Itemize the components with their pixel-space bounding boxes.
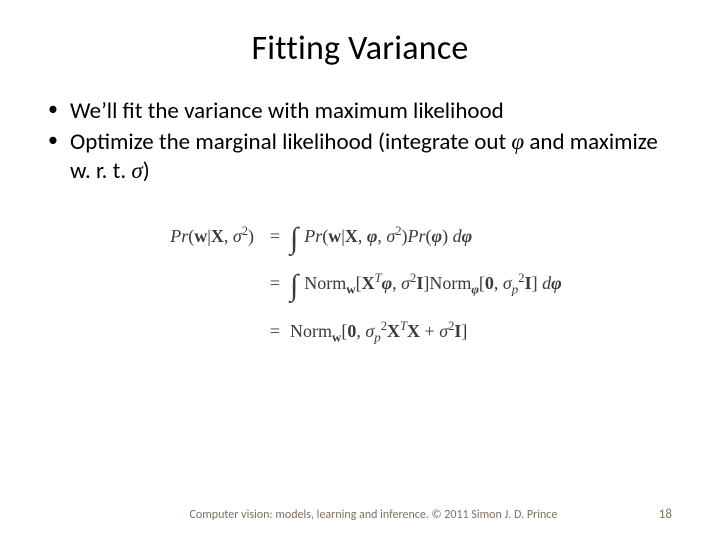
eq-lhs-w: w [194,226,207,246]
eq-r2-zero: 0 [485,273,494,293]
eq-r3-sigp: σ [365,321,374,341]
eq-r3-c: , [356,321,365,341]
eq-r2-X: X [362,273,375,293]
eq-r3-brR: ] [461,321,467,341]
integral-icon-2: ∫ [290,274,298,298]
eq-r1-dphi-d: d [448,226,462,246]
eq-r3-X2: X [407,321,420,341]
eq-r3-norm: Norm [290,321,332,341]
eq-r3-X: X [387,321,400,341]
eq-r2-c2: , [494,273,503,293]
eq-r1-w: w [328,226,341,246]
eq-r2-phi: φ [382,273,393,293]
integral-icon: ∫ [290,227,298,251]
eq-r1-dphi-phi: φ [462,226,473,246]
eq-r2-subphi: φ [471,282,479,297]
eq-r1-sig: σ [386,226,395,246]
footer-text: Computer vision: models, learning and in… [189,508,557,522]
eq-r1-phi2: φ [432,226,443,246]
eq-r3-body: Normw[0, σp2XTX + σ2I] [290,310,467,353]
eq-r2-norm2: Norm [429,273,471,293]
eq-r2-sig: σ [401,273,410,293]
bullet-list: We’ll fit the variance with maximum like… [40,97,680,185]
eq-rhs-1: ∫ Pr(w|X, φ, σ2)Pr(φ) dφ [290,215,680,258]
eq-r2-dphi-d: d [538,273,552,293]
eq-rhs-3: Normw[0, σp2XTX + σ2I] [290,310,680,353]
eq-r1-pr1: Pr [304,226,322,246]
bullet-2-sigma: σ [131,158,142,183]
eq-eq-2: = [260,262,290,305]
footer: Computer vision: models, learning and in… [0,507,720,522]
eq-r3-sig: σ [439,321,448,341]
eq-r2-subw: w [346,282,355,297]
page-title: Fitting Variance [40,28,680,69]
bullet-2-text-a: Optimize the marginal likelihood (integr… [70,128,511,156]
eq-eq-1: = [260,215,290,258]
eq-r3-zero: 0 [347,321,356,341]
bullet-1: We’ll fit the variance with maximum like… [48,97,680,126]
eq-r3-subw: w [332,329,341,344]
eq-r2-I2: I [525,273,532,293]
equation-block: Pr(w|X, σ2) = ∫ Pr(w|X, φ, σ2)Pr(φ) dφ =… [40,215,680,353]
bullet-2: Optimize the marginal likelihood (integr… [48,128,680,186]
eq-lhs-pr: Pr [170,226,188,246]
bullet-2-text-c: ) [143,157,150,185]
eq-r3-plus: + [420,321,439,341]
eq-r2-sigp: σ [503,273,512,293]
bullet-2-phi: φ [511,129,524,154]
page-number: 18 [659,507,672,522]
eq-r2-T: T [375,271,382,285]
eq-r1-phi: φ [367,226,378,246]
eq-r2-c: , [392,273,401,293]
eq-r1-pr2: Pr [408,226,426,246]
slide: Fitting Variance We’ll fit the variance … [0,0,720,540]
eq-lhs: Pr(w|X, σ2) [70,215,260,258]
eq-r1-c1: , [358,226,367,246]
eq-lhs-sigma: σ [233,226,242,246]
eq-lhs-X: X [211,226,224,246]
eq-r1-c2: , [377,226,386,246]
eq-r3-T: T [400,319,407,333]
eq-r1-body: Pr(w|X, φ, σ2)Pr(φ) dφ [304,215,472,258]
eq-rhs-2: ∫ Normw[XTφ, σ2I]Normφ[0, σp2I] dφ [290,262,680,305]
eq-r2-norm: Norm [304,273,346,293]
eq-r2-body: Normw[XTφ, σ2I]Normφ[0, σp2I] dφ [304,262,561,305]
eq-lhs-comma: , [224,226,233,246]
eq-lhs-close: ) [248,226,254,246]
eq-r2-dphi-phi: φ [551,273,562,293]
eq-r1-X: X [345,226,358,246]
eq-eq-3: = [260,310,290,353]
